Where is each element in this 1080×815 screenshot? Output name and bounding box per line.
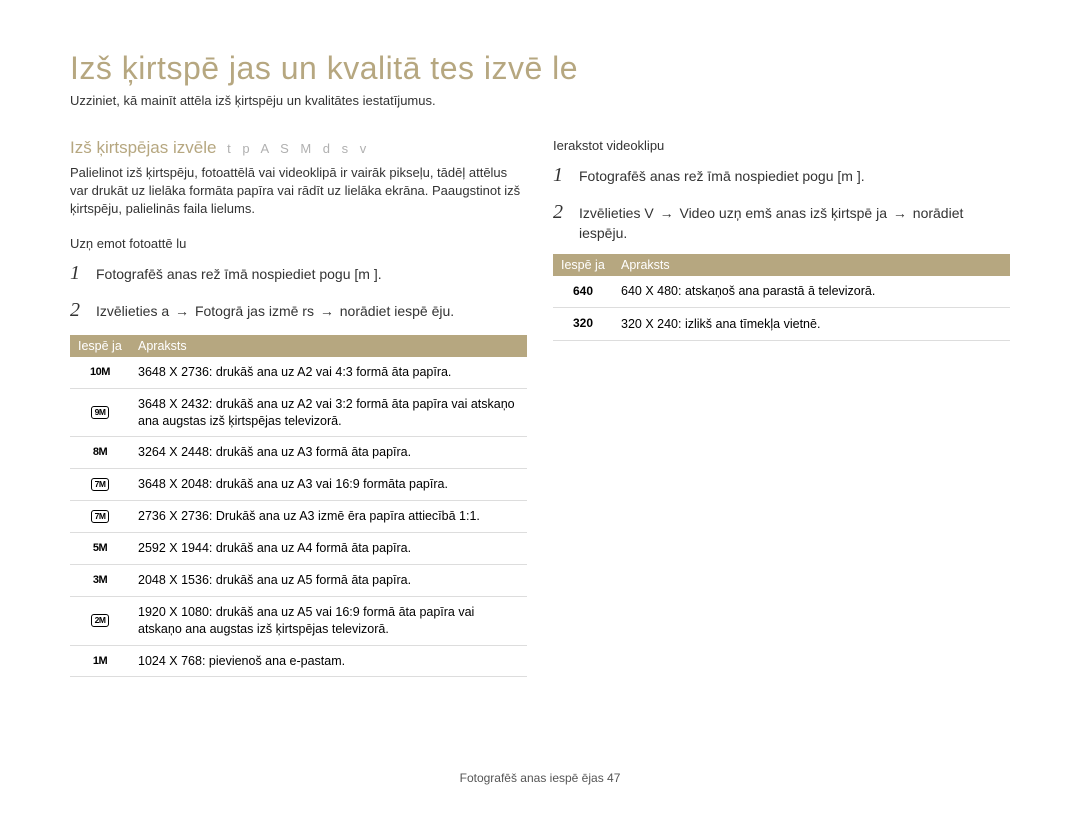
photo-step-1: 1 Fotografēš anas rež īmā nospiediet pog…	[70, 259, 527, 288]
step-number: 2	[553, 198, 567, 227]
resolution-icon: 1M	[93, 655, 107, 667]
option-description-cell: 2736 X 2736: Drukāš ana uz A3 izmē ēra p…	[130, 501, 527, 533]
table-row: 3M 2048 X 1536: drukāš ana uz A5 formā āt…	[70, 564, 527, 596]
resolution-icon: 640	[573, 284, 593, 298]
resolution-icon: 9M	[91, 406, 110, 419]
arrow-icon: →	[660, 203, 674, 223]
resolution-icon: 5M	[93, 542, 107, 554]
arrow-icon: →	[175, 301, 189, 321]
option-icon-cell: 8M	[70, 437, 130, 469]
table-head-option: Iespē ja	[553, 254, 613, 276]
mode-indicators: t p A S M d s v	[227, 141, 370, 156]
option-description-cell: 2592 X 1944: drukāš ana uz A4 formā āta …	[130, 533, 527, 565]
resolution-icon: 8M	[93, 446, 107, 458]
video-context-label: Ierakstot videoklipu	[553, 138, 1010, 153]
page-subtitle: Uzziniet, kā mainīt attēla izš ķirtspēju…	[70, 93, 1010, 108]
step-text-a: Izvēlieties V	[579, 205, 654, 221]
table-row: 320 320 X 240: izlikš ana tīmekļa vietnē.	[553, 308, 1010, 341]
arrow-icon: →	[320, 301, 334, 321]
video-options-table: Iespē ja Apraksts 640 640 X 480: atskaņoš…	[553, 254, 1010, 342]
page-title: Izš ķirtspē jas un kvalitā tes izvē le	[70, 50, 1010, 87]
table-head-description: Apraksts	[613, 254, 1010, 276]
resolution-icon: 7M	[91, 478, 110, 491]
table-row: 7M 2736 X 2736: Drukāš ana uz A3 izmē ēra…	[70, 501, 527, 533]
option-description-cell: 640 X 480: atskaņoš ana parastā ā televi…	[613, 276, 1010, 308]
option-description-cell: 320 X 240: izlikš ana tīmekļa vietnē.	[613, 308, 1010, 341]
step-text-a: Izvēlieties a	[96, 303, 169, 319]
right-column: Ierakstot videoklipu 1 Fotografēš anas r…	[553, 138, 1010, 677]
table-head-description: Apraksts	[130, 335, 527, 357]
resolution-icon: 7M	[91, 510, 110, 523]
table-row: 640 640 X 480: atskaņoš ana parastā ā tel…	[553, 276, 1010, 308]
step-text-b: Video uzņ emš anas izš ķirtspē ja	[679, 205, 887, 221]
table-row: 1M 1024 X 768: pievienoš ana e-pastam.	[70, 645, 527, 677]
option-description-cell: 1024 X 768: pievienoš ana e-pastam.	[130, 645, 527, 677]
photo-step-2: 2 Izvēlieties a → Fotogrā jas izmē rs → …	[70, 296, 527, 325]
page-footer: Fotografēš anas iespē ējas 47	[0, 771, 1080, 785]
section-heading-text: Izš ķirtspējas izvēle	[70, 138, 216, 157]
section-body-text: Palielinot izš ķirtspēju, fotoattēlā vai…	[70, 164, 527, 218]
video-step-1: 1 Fotografēš anas rež īmā nospiediet pog…	[553, 161, 1010, 190]
option-icon-cell: 2M	[70, 596, 130, 645]
photo-steps: 1 Fotografēš anas rež īmā nospiediet pog…	[70, 259, 527, 325]
option-icon-cell: 320	[553, 308, 613, 341]
option-icon-cell: 3M	[70, 564, 130, 596]
step-text: Fotografēš anas rež īmā nospiediet pogu …	[96, 266, 370, 282]
option-description-cell: 2048 X 1536: drukāš ana uz A5 formā āta …	[130, 564, 527, 596]
resolution-icon: 3M	[93, 574, 107, 586]
option-description-cell: 1920 X 1080: drukāš ana uz A5 vai 16:9 f…	[130, 596, 527, 645]
option-icon-cell: 7M	[70, 501, 130, 533]
step-text-suffix: ].	[374, 266, 382, 282]
step-text-b: Fotogrā jas izmē rs	[195, 303, 314, 319]
option-icon-cell: 7M	[70, 469, 130, 501]
video-step-2: 2 Izvēlieties V → Video uzņ emš anas izš…	[553, 198, 1010, 244]
step-text-suffix: ].	[857, 168, 865, 184]
photo-options-table: Iespē ja Apraksts 10M 3648 X 2736: drukāš…	[70, 335, 527, 678]
two-column-layout: Izš ķirtspējas izvēle t p A S M d s v Pa…	[70, 138, 1010, 677]
table-row: 2M 1920 X 1080: drukāš ana uz A5 vai 16:9…	[70, 596, 527, 645]
option-icon-cell: 10M	[70, 357, 130, 388]
option-description-cell: 3648 X 2048: drukāš ana uz A3 vai 16:9 f…	[130, 469, 527, 501]
step-text: Fotografēš anas rež īmā nospiediet pogu …	[579, 168, 853, 184]
option-icon-cell: 1M	[70, 645, 130, 677]
option-description-cell: 3648 X 2432: drukāš ana uz A2 vai 3:2 fo…	[130, 388, 527, 437]
table-row: 9M 3648 X 2432: drukāš ana uz A2 vai 3:2 …	[70, 388, 527, 437]
option-description-cell: 3264 X 2448: drukāš ana uz A3 formā āta …	[130, 437, 527, 469]
step-number: 1	[70, 259, 84, 288]
step-text-c: norādiet iespē ēju.	[340, 303, 454, 319]
step-number: 2	[70, 296, 84, 325]
table-row: 8M 3264 X 2448: drukāš ana uz A3 formā āt…	[70, 437, 527, 469]
table-row: 7M 3648 X 2048: drukāš ana uz A3 vai 16:9…	[70, 469, 527, 501]
option-description-cell: 3648 X 2736: drukāš ana uz A2 vai 4:3 fo…	[130, 357, 527, 388]
resolution-icon: 2M	[91, 614, 110, 627]
arrow-icon: →	[893, 203, 907, 223]
option-icon-cell: 640	[553, 276, 613, 308]
resolution-icon: 320	[573, 316, 593, 330]
table-row: 10M 3648 X 2736: drukāš ana uz A2 vai 4:3…	[70, 357, 527, 388]
option-icon-cell: 9M	[70, 388, 130, 437]
video-steps: 1 Fotografēš anas rež īmā nospiediet pog…	[553, 161, 1010, 244]
photo-context-label: Uzņ emot fotoattē lu	[70, 236, 527, 251]
section-heading-resolution: Izš ķirtspējas izvēle t p A S M d s v	[70, 138, 527, 158]
step-number: 1	[553, 161, 567, 190]
left-column: Izš ķirtspējas izvēle t p A S M d s v Pa…	[70, 138, 527, 677]
table-row: 5M 2592 X 1944: drukāš ana uz A4 formā āt…	[70, 533, 527, 565]
option-icon-cell: 5M	[70, 533, 130, 565]
resolution-icon: 10M	[90, 366, 110, 378]
table-head-option: Iespē ja	[70, 335, 130, 357]
